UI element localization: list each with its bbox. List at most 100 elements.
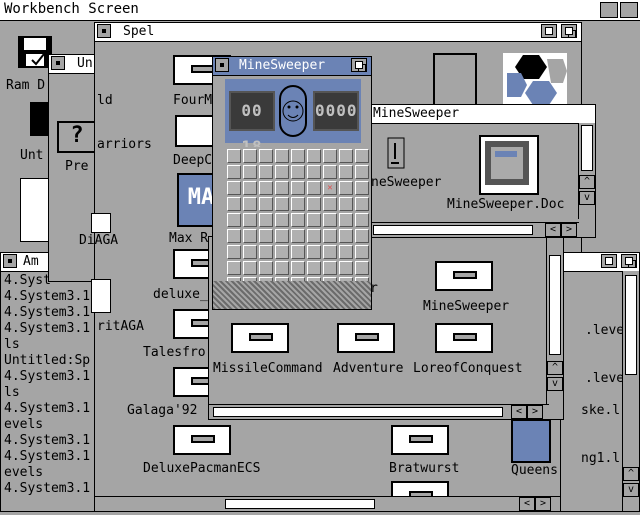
mine-cell[interactable] [339, 245, 353, 259]
mine-cell[interactable] [307, 181, 321, 195]
mine-cell[interactable] [307, 229, 321, 243]
scroll-up-arrow-icon[interactable]: ^ [623, 467, 639, 481]
hex-game-icon[interactable] [503, 53, 567, 107]
mine-cell[interactable] [355, 149, 369, 163]
mine-cell[interactable] [275, 261, 289, 275]
mine-cell[interactable] [243, 197, 257, 211]
mine-cell[interactable] [307, 149, 321, 163]
mine-cell[interactable] [355, 197, 369, 211]
mine-cell[interactable] [323, 261, 337, 275]
scroll-knob[interactable] [549, 255, 561, 355]
mine-cell[interactable] [227, 245, 241, 259]
mine-cell[interactable] [243, 165, 257, 179]
mine-cell[interactable] [259, 149, 273, 163]
untitled-disk-icon[interactable] [30, 102, 48, 136]
mine-cell[interactable] [243, 149, 257, 163]
mine-cell[interactable] [275, 149, 289, 163]
drawer-icon[interactable] [91, 213, 111, 233]
mine-cell[interactable] [275, 197, 289, 211]
close-icon[interactable] [215, 58, 229, 72]
mine-cell[interactable] [307, 245, 321, 259]
queens-icon[interactable] [511, 419, 551, 463]
mine-cell[interactable] [275, 229, 289, 243]
mine-cell[interactable] [323, 197, 337, 211]
minesweeper-game-title-bar[interactable]: MineSweeper [213, 57, 371, 76]
mine-cell[interactable] [291, 213, 305, 227]
mine-cell[interactable] [291, 181, 305, 195]
close-icon[interactable] [3, 254, 17, 268]
games-horizontal-scrollbar[interactable]: < > [209, 404, 549, 419]
bratwurst-icon[interactable] [391, 425, 451, 459]
mine-cell[interactable] [259, 181, 273, 195]
minefield-grid[interactable]: ✕ [227, 149, 369, 291]
loreofconquest-icon[interactable] [435, 323, 495, 357]
mine-cell[interactable] [323, 213, 337, 227]
mine-cell[interactable] [291, 197, 305, 211]
mine-cell[interactable] [355, 181, 369, 195]
mine-cell[interactable] [355, 213, 369, 227]
mine-cell[interactable] [243, 229, 257, 243]
drawer-horizontal-scrollbar[interactable]: < > [369, 222, 579, 237]
minesweeper-game-window[interactable]: MineSweeper 00 18 0000 ✕ [212, 56, 372, 310]
drive-icon[interactable] [20, 178, 50, 242]
mine-cell[interactable] [339, 181, 353, 195]
scroll-right-arrow-icon[interactable]: > [535, 497, 551, 511]
missilecommand-icon[interactable] [231, 323, 291, 357]
mine-cell[interactable] [227, 197, 241, 211]
screen-title-bar[interactable]: Workbench Screen [0, 0, 640, 21]
mine-cell[interactable] [291, 229, 305, 243]
shell-window[interactable]: Am 4.Syst 4.System3.1 4.System3.1 4.Syst… [0, 252, 100, 512]
scroll-up-arrow-icon[interactable]: ^ [547, 361, 563, 375]
mine-cell[interactable] [227, 181, 241, 195]
mine-cell[interactable] [323, 165, 337, 179]
mine-cell[interactable] [307, 213, 321, 227]
spel-title-bar[interactable]: Spel [95, 23, 581, 42]
mine-cell[interactable] [291, 165, 305, 179]
mine-cell[interactable] [307, 197, 321, 211]
mine-cell[interactable] [259, 261, 273, 275]
game-box-icon[interactable] [433, 53, 477, 111]
mine-cell[interactable] [227, 149, 241, 163]
minesweeper-drawer-title-bar[interactable]: MineSweeper [369, 105, 595, 124]
mine-cell[interactable] [307, 261, 321, 275]
scroll-knob[interactable] [213, 407, 503, 417]
scroll-down-arrow-icon[interactable]: v [547, 377, 563, 391]
mine-cell[interactable] [323, 149, 337, 163]
mine-cell[interactable] [355, 261, 369, 275]
mine-cell[interactable] [339, 213, 353, 227]
minesweeper-board[interactable]: ✕ [225, 147, 369, 291]
minesweeper-drawer-window[interactable]: MineSweeper neSweeper MineSweeper.Doc ^ … [368, 104, 596, 238]
close-icon[interactable] [51, 56, 65, 70]
depth-icon[interactable] [351, 58, 367, 72]
right-window[interactable]: .leve .leve ske.l ng1.l ^ v [560, 252, 640, 512]
mine-cell[interactable] [355, 165, 369, 179]
mine-cell[interactable] [339, 261, 353, 275]
mine-cell[interactable] [291, 245, 305, 259]
mine-cell[interactable] [339, 229, 353, 243]
minesweeper-program-icon[interactable] [387, 137, 405, 169]
scroll-right-arrow-icon[interactable]: > [527, 405, 543, 419]
mine-cell[interactable] [323, 245, 337, 259]
mine-cell[interactable] [275, 165, 289, 179]
mine-cell[interactable] [275, 245, 289, 259]
mine-cell[interactable] [275, 213, 289, 227]
right-window-title-bar[interactable] [561, 253, 639, 272]
scroll-knob[interactable] [373, 225, 533, 235]
scroll-knob[interactable] [225, 499, 375, 509]
drawer-vertical-scrollbar[interactable]: ^ v [578, 123, 595, 219]
mine-cell[interactable] [259, 245, 273, 259]
mine-cell[interactable] [291, 149, 305, 163]
mine-cell[interactable] [227, 261, 241, 275]
mine-cell[interactable] [227, 165, 241, 179]
mine-cell[interactable] [355, 229, 369, 243]
scroll-right-arrow-icon[interactable]: > [561, 223, 577, 237]
zoom-icon[interactable] [601, 254, 617, 268]
deluxepacman-icon[interactable] [173, 425, 233, 459]
mine-cell[interactable] [323, 229, 337, 243]
scroll-left-arrow-icon[interactable]: < [519, 497, 535, 511]
depth-icon[interactable] [561, 24, 577, 38]
mine-cell[interactable] [259, 229, 273, 243]
scroll-up-arrow-icon[interactable]: ^ [579, 175, 595, 189]
spel-horizontal-scrollbar[interactable]: < > [95, 496, 567, 511]
mine-cell[interactable] [243, 245, 257, 259]
